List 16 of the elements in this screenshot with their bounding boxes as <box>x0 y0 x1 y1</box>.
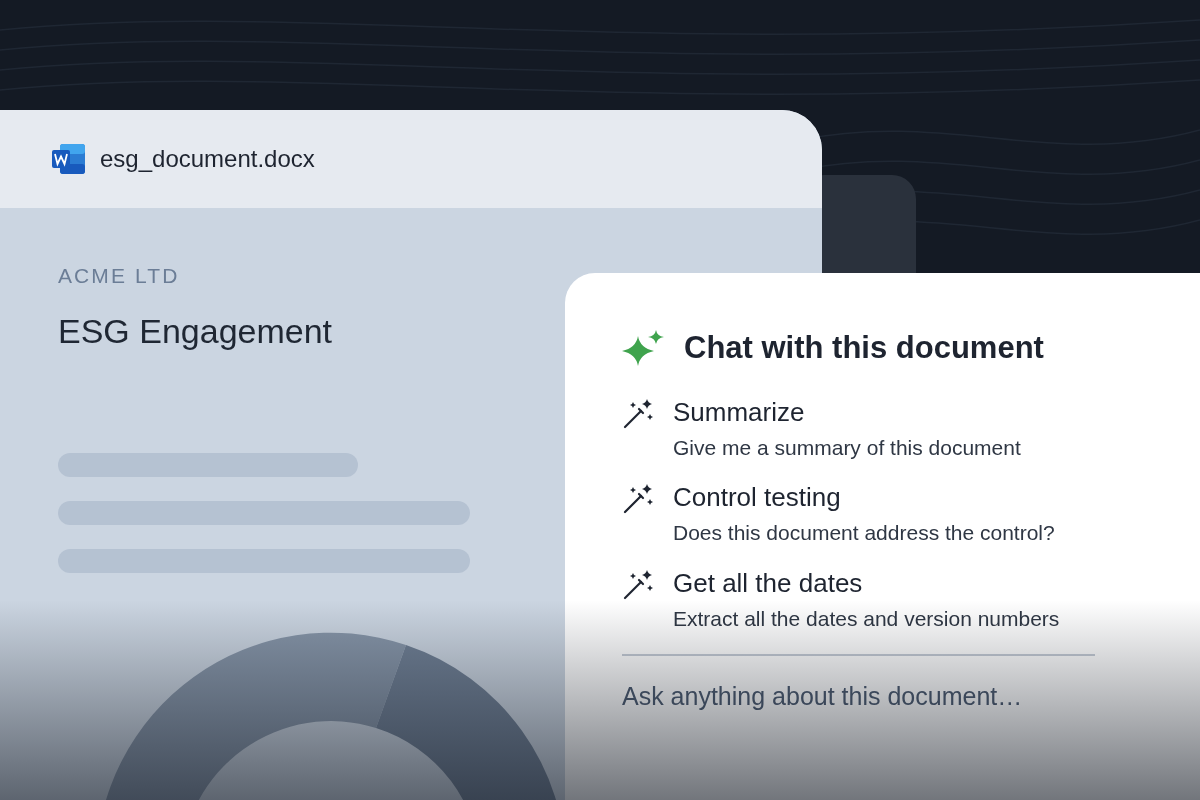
suggestion-description: Extract all the dates and version numbers <box>673 605 1060 632</box>
chat-title: Chat with this document <box>684 329 1044 367</box>
suggestion-title[interactable]: Summarize <box>673 395 1021 428</box>
magic-wand-icon <box>622 568 655 601</box>
magic-wand-icon <box>622 397 655 430</box>
document-title: ESG Engagement <box>58 310 333 352</box>
question-field[interactable]: Ask anything about this document… <box>622 678 1102 716</box>
suggestion-title[interactable]: Control testing <box>673 481 1055 513</box>
document-icon <box>52 143 86 175</box>
company-name: ACME LTD <box>58 263 180 289</box>
magic-wand-icon <box>622 483 655 515</box>
file-name: esg_document.docx <box>100 144 315 174</box>
sparkle-icon <box>622 330 664 367</box>
suggestion-title[interactable]: Get all the dates <box>673 566 1060 599</box>
suggestion-description: Does this document address the control? <box>673 520 1055 546</box>
suggestion-description: Give me a summary of this document <box>673 434 1021 461</box>
